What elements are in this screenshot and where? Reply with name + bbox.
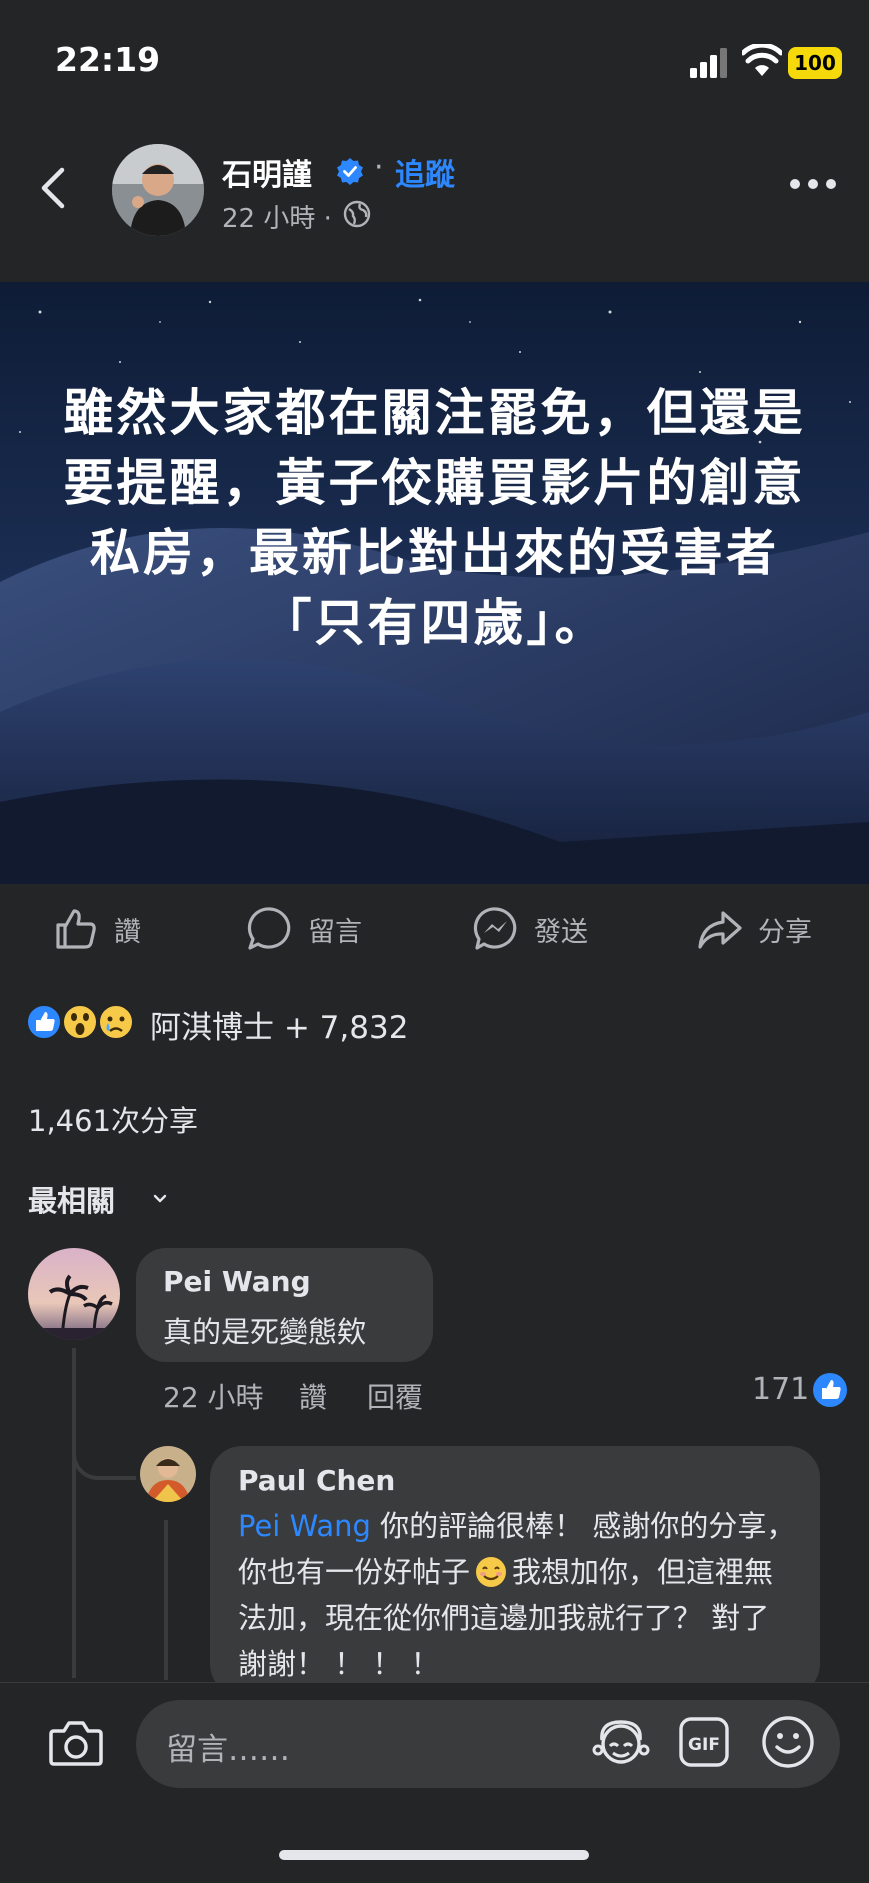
separator-dot: · [374, 150, 384, 185]
chevron-down-icon[interactable] [150, 1188, 170, 1208]
comment-sort-dropdown[interactable]: 最相關 [28, 1178, 115, 1220]
follow-button[interactable]: 追蹤 [395, 150, 455, 194]
reaction-summary[interactable]: 阿淇博士 + 7,832 [150, 1002, 408, 1047]
share-count[interactable]: 1,461次分享 [28, 1098, 198, 1140]
share-arrow-icon [698, 911, 742, 949]
reply-commenter-avatar[interactable] [140, 1446, 196, 1502]
like-reaction-icon [26, 1004, 62, 1040]
comment-text: 真的是死變態欸 [163, 1315, 367, 1349]
wow-reaction-icon [62, 1004, 98, 1040]
svg-text:GIF: GIF [688, 1735, 720, 1755]
commenter-name[interactable]: Pei Wang [163, 1265, 311, 1298]
share-button[interactable]: 分享 [696, 904, 812, 954]
comment-like-button[interactable]: 讚 [299, 1376, 327, 1416]
gif-icon[interactable]: GIF [678, 1716, 730, 1768]
send-button[interactable]: 發送 [472, 904, 588, 954]
globe-icon [343, 200, 371, 228]
back-arrow-icon[interactable] [38, 166, 68, 210]
comment-reply-button[interactable]: 回覆 [367, 1376, 423, 1416]
comment-bubble-icon [247, 907, 291, 950]
smiling-face-emoji-icon [476, 1557, 507, 1587]
thread-line-reply [164, 1520, 168, 1680]
like-reaction-icon [813, 1373, 847, 1407]
comment-like-count[interactable]: 171 [752, 1372, 809, 1407]
comment-label: 留言 [308, 916, 362, 948]
avatar-sticker-icon[interactable] [592, 1714, 650, 1772]
comment-button[interactable]: 留言 [246, 904, 362, 954]
like-label: 讚 [114, 916, 141, 948]
verified-badge-icon [337, 158, 363, 185]
sad-reaction-icon [98, 1004, 134, 1040]
emoji-icon[interactable] [760, 1714, 816, 1770]
commenter-avatar[interactable] [28, 1248, 120, 1340]
status-time: 22:19 [55, 40, 161, 79]
reaction-icons[interactable] [26, 1002, 142, 1042]
wifi-icon [742, 44, 782, 76]
mention-link[interactable]: Pei Wang [238, 1509, 371, 1543]
reply-text: Pei Wang 你的評論很棒！ 感謝你的分享，你也有一份好帖子 我想加你，但這裡… [238, 1503, 798, 1687]
like-button[interactable]: 讚 [52, 904, 141, 954]
comment-time: 22 小時 [163, 1381, 264, 1414]
thread-line [72, 1348, 76, 1678]
thread-connector [72, 1410, 136, 1480]
share-label: 分享 [758, 916, 812, 948]
post-image-text: 雖然大家都在關注罷免，但還是要提醒，黃子佼購買影片的創意私房，最新比對出來的受害… [63, 384, 806, 652]
author-name[interactable]: 石明謹 [222, 150, 312, 194]
cellular-signal-icon [690, 48, 727, 78]
send-label: 發送 [534, 916, 588, 948]
more-options-icon[interactable] [788, 174, 838, 194]
reply-commenter-name[interactable]: Paul Chen [238, 1464, 395, 1497]
messenger-icon [473, 907, 517, 950]
home-indicator[interactable] [279, 1850, 589, 1860]
camera-icon[interactable] [48, 1717, 104, 1769]
author-avatar[interactable] [112, 144, 204, 236]
battery-indicator: 100 [788, 47, 842, 79]
comment-input-placeholder[interactable]: 留言…… [166, 1724, 290, 1769]
post-time: 22 小時 · [222, 204, 332, 234]
thumbs-up-icon [56, 909, 96, 949]
